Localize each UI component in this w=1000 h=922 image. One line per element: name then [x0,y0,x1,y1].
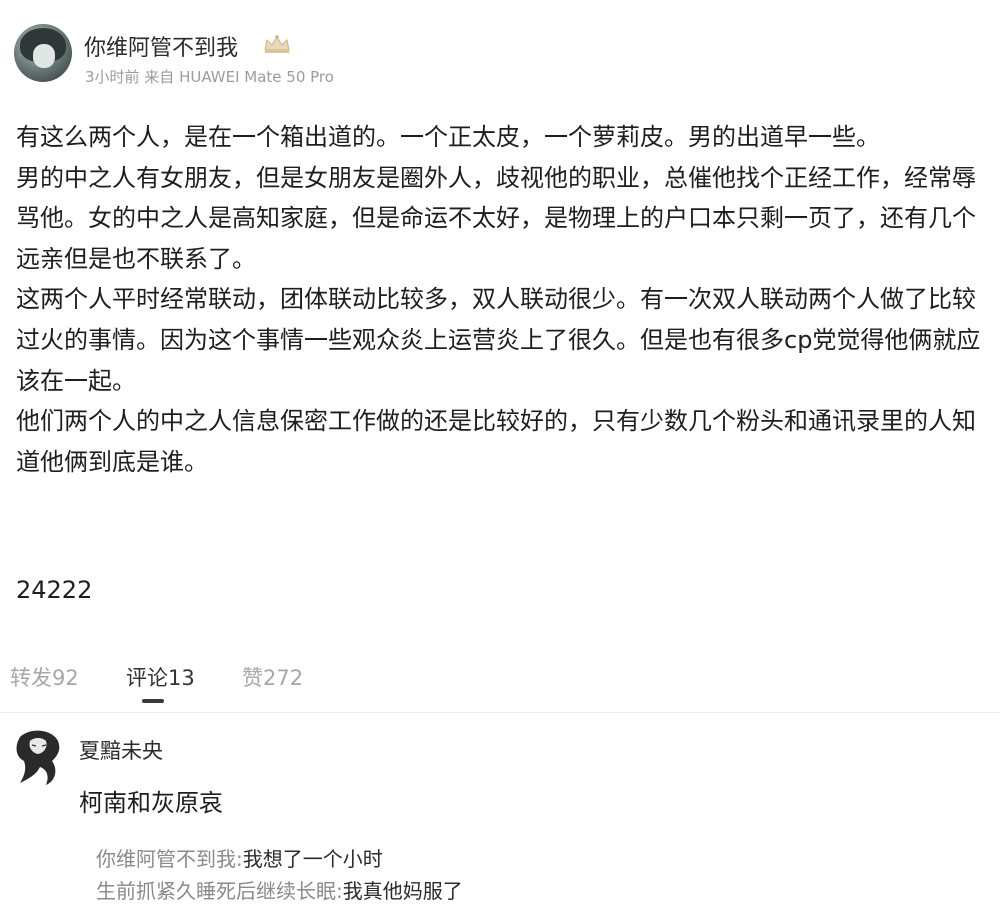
reply-author[interactable]: 生前抓紧久睡死后继续长眠 [96,879,336,903]
tab-likes[interactable]: 赞272 [242,662,303,692]
reply-text: 我想了一个小时 [242,847,383,871]
post-action-tabs: 转发92 评论13 赞272 [0,636,1000,712]
crown-icon [264,35,290,53]
active-tab-indicator [142,699,164,703]
reply-separator: : [236,847,243,871]
post-code: 24222 [16,576,93,604]
post-meta: 3小时前 来自 HUAWEI Mate 50 Pro [85,68,334,86]
reply-item[interactable]: 你维阿管不到我:我想了一个小时 [96,843,976,875]
post-paragraph: 男的中之人有女朋友，但是女朋友是圈外人，歧视他的职业，总催他找个正经工作，经常辱… [16,163,976,273]
commenter-avatar[interactable] [12,727,64,787]
author-name[interactable]: 你维阿管不到我 [84,30,238,62]
divider [0,712,1000,713]
reply-separator: : [336,879,343,903]
reply-item[interactable]: 生前抓紧久睡死后继续长眠:我真他妈服了 [96,875,976,907]
post-paragraph: 他们两个人的中之人信息保密工作做的还是比较好的，只有少数几个粉头和通讯录里的人知… [16,407,976,476]
post-paragraph: 这两个人平时经常联动，团体联动比较多，双人联动很少。有一次双人联动两个人做了比较… [16,285,981,395]
post-body: 有这么两个人，是在一个箱出道的。一个正太皮，一个萝莉皮。男的出道早一些。 男的中… [16,117,981,482]
commenter-name[interactable]: 夏黯未央 [79,735,163,765]
post-header: 你维阿管不到我 3小时前 来自 HUAWEI Mate 50 Pro [0,0,1000,96]
tab-repost[interactable]: 转发92 [10,662,79,692]
avatar-face [33,44,55,68]
reply-author[interactable]: 你维阿管不到我 [96,847,236,871]
comment-text: 柯南和灰原哀 [79,789,223,817]
tab-comments[interactable]: 评论13 [126,662,195,692]
reply-text: 我真他妈服了 [342,879,463,903]
reply-list: 你维阿管不到我:我想了一个小时 生前抓紧久睡死后继续长眠:我真他妈服了 [96,843,976,907]
post-paragraph: 有这么两个人，是在一个箱出道的。一个正太皮，一个萝莉皮。男的出道早一些。 [16,123,880,151]
author-avatar[interactable] [14,24,72,82]
